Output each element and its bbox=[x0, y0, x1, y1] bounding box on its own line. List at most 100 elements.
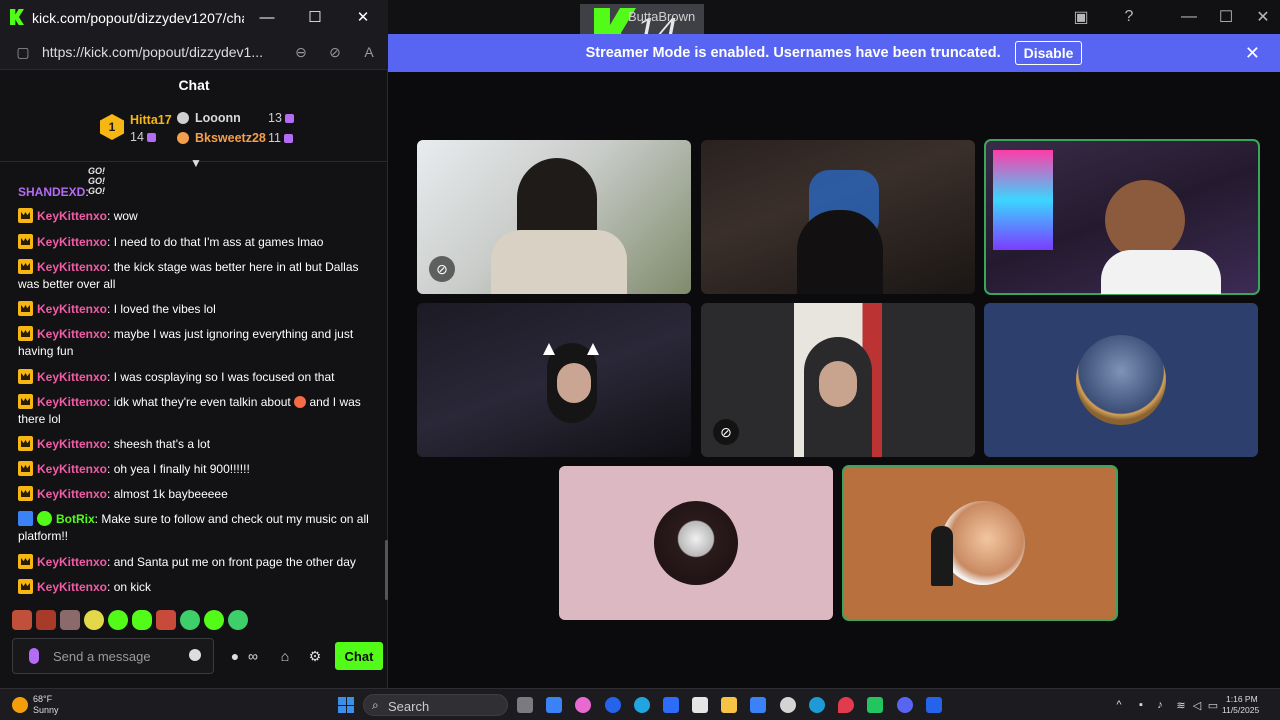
emoji-icon[interactable] bbox=[189, 649, 201, 661]
participant-shirt bbox=[1101, 250, 1221, 294]
maps-pin-icon[interactable] bbox=[838, 697, 854, 713]
file-explorer-icon[interactable] bbox=[721, 697, 737, 713]
close-icon[interactable]: ✕ bbox=[1252, 6, 1274, 28]
leader-2-name[interactable]: Looonn bbox=[195, 111, 241, 125]
app-icon[interactable] bbox=[867, 697, 883, 713]
url-text[interactable]: https://kick.com/popout/dizzydev1... bbox=[42, 44, 282, 60]
discord-icon[interactable] bbox=[897, 697, 913, 713]
maximize-icon[interactable]: ☐ bbox=[1215, 6, 1237, 28]
video-tile-4[interactable] bbox=[417, 303, 691, 457]
clock-date[interactable]: 11/5/2025 bbox=[1222, 705, 1259, 715]
disable-button[interactable]: Disable bbox=[1014, 41, 1083, 65]
emote-button[interactable] bbox=[180, 610, 200, 630]
chat-username[interactable]: KeyKittenxo bbox=[37, 580, 107, 594]
emote-button[interactable] bbox=[84, 610, 104, 630]
chrome-icon[interactable] bbox=[634, 697, 650, 713]
video-tile-6[interactable] bbox=[984, 303, 1258, 457]
store-icon[interactable]: ⌂ bbox=[275, 646, 295, 666]
emote-button[interactable] bbox=[228, 610, 248, 630]
chat-username[interactable]: KeyKittenxo bbox=[37, 209, 107, 223]
chat-message: KeyKittenxo: the kick stage was better h… bbox=[18, 259, 378, 293]
read-aloud-icon[interactable]: A bbox=[360, 43, 378, 61]
chat-username[interactable]: KeyKittenxo bbox=[37, 302, 107, 316]
search-icon: ⌕ bbox=[372, 698, 379, 712]
chat-username[interactable]: SHANDEXD bbox=[18, 185, 85, 199]
weather-description[interactable]: Sunny bbox=[33, 705, 59, 715]
emote-button[interactable] bbox=[132, 610, 152, 630]
help-icon[interactable]: ? bbox=[1118, 6, 1140, 28]
minimize-icon[interactable]: — bbox=[258, 8, 276, 26]
send-chat-button[interactable]: Chat bbox=[335, 642, 383, 670]
video-tile-7[interactable] bbox=[559, 466, 833, 620]
video-tile-2[interactable] bbox=[701, 140, 975, 294]
video-tile-8-speaking[interactable] bbox=[842, 465, 1118, 621]
maximize-icon[interactable]: ☐ bbox=[306, 8, 324, 26]
chat-separator: : bbox=[85, 185, 89, 199]
chat-username[interactable]: BotRix bbox=[56, 512, 95, 526]
emote-button[interactable] bbox=[12, 610, 32, 630]
emote-button[interactable] bbox=[156, 610, 176, 630]
chat-username[interactable]: KeyKittenxo bbox=[37, 555, 107, 569]
gift-icon bbox=[146, 133, 156, 143]
participant-figure bbox=[797, 210, 883, 294]
steam-icon[interactable] bbox=[780, 697, 796, 713]
emote-button[interactable] bbox=[60, 610, 80, 630]
chat-username[interactable]: KeyKittenxo bbox=[37, 235, 107, 249]
chat-username[interactable]: KeyKittenxo bbox=[37, 462, 107, 476]
chat-scrollbar[interactable] bbox=[385, 540, 388, 600]
vip-crown-icon bbox=[18, 259, 33, 274]
infinity-icon[interactable]: ∞ bbox=[243, 646, 263, 666]
chat-username[interactable]: KeyKittenxo bbox=[37, 327, 107, 341]
taskbar-search[interactable]: ⌕ Search bbox=[363, 694, 508, 716]
hp-app-icon[interactable] bbox=[605, 697, 621, 713]
video-tile-5[interactable]: ⊘ bbox=[701, 303, 975, 457]
chat-message: KeyKittenxo: oh yea I finally hit 900!!!… bbox=[18, 461, 378, 478]
zoom-icon[interactable]: ⊖ bbox=[292, 43, 310, 61]
leader-3-name[interactable]: Bksweetz28 bbox=[195, 131, 266, 145]
volume-icon[interactable]: ◁ bbox=[1190, 698, 1204, 712]
minimize-icon[interactable]: — bbox=[1178, 6, 1200, 28]
wifi-icon[interactable]: ≋ bbox=[1174, 698, 1188, 712]
app-icon[interactable] bbox=[926, 697, 942, 713]
chat-username[interactable]: KeyKittenxo bbox=[37, 437, 107, 451]
inbox-icon[interactable]: ▣ bbox=[1070, 6, 1092, 28]
emote-button[interactable] bbox=[36, 610, 56, 630]
mail-app-icon[interactable] bbox=[750, 697, 766, 713]
battery-icon[interactable]: ▭ bbox=[1206, 698, 1220, 712]
gift-sub-icon[interactable]: ● bbox=[225, 646, 245, 666]
settings-gear-icon[interactable]: ⚙ bbox=[305, 646, 325, 666]
banner-close-icon[interactable]: ✕ bbox=[1245, 43, 1260, 64]
zoom-app-icon[interactable] bbox=[663, 697, 679, 713]
video-tile-1[interactable]: ⊘ bbox=[417, 140, 691, 294]
chat-header: Chat bbox=[178, 77, 210, 93]
emote-button[interactable] bbox=[108, 610, 128, 630]
chat-text: almost 1k baybeeeee bbox=[110, 487, 228, 501]
microphone-icon[interactable]: ♪ bbox=[1153, 698, 1167, 712]
tray-chevron-icon[interactable]: ^ bbox=[1112, 698, 1126, 712]
leader-1-name[interactable]: Hitta17 bbox=[130, 113, 172, 127]
chat-username[interactable]: KeyKittenxo bbox=[37, 260, 107, 274]
video-tile-3-speaking[interactable] bbox=[984, 139, 1260, 295]
leader-2-count: 13 bbox=[268, 111, 294, 125]
chat-username[interactable]: KeyKittenxo bbox=[37, 370, 107, 384]
participant-avatar bbox=[941, 501, 1025, 585]
chat-username[interactable]: KeyKittenxo bbox=[37, 395, 107, 409]
copilot-icon[interactable] bbox=[575, 697, 591, 713]
close-icon[interactable]: ✕ bbox=[354, 8, 372, 26]
tray-app-icon[interactable]: ▪ bbox=[1134, 698, 1148, 712]
weather-temperature[interactable]: 68°F bbox=[33, 694, 52, 704]
task-view-icon[interactable] bbox=[517, 697, 533, 713]
url-bar[interactable]: ▢ https://kick.com/popout/dizzydev1... ⊖… bbox=[0, 34, 388, 70]
mic-icon[interactable] bbox=[29, 648, 39, 664]
windows-start-icon[interactable] bbox=[338, 697, 354, 713]
emote-button[interactable] bbox=[204, 610, 224, 630]
edge-icon[interactable] bbox=[809, 697, 825, 713]
store-app-icon[interactable] bbox=[692, 697, 708, 713]
message-input[interactable] bbox=[53, 639, 189, 673]
weather-sun-icon[interactable] bbox=[12, 697, 28, 713]
tracking-icon[interactable]: ⊘ bbox=[326, 43, 344, 61]
clock-time[interactable]: 1:16 PM bbox=[1226, 694, 1258, 704]
chat-username[interactable]: KeyKittenxo bbox=[37, 487, 107, 501]
widgets-app-icon[interactable] bbox=[546, 697, 562, 713]
participant-face bbox=[1105, 180, 1185, 260]
